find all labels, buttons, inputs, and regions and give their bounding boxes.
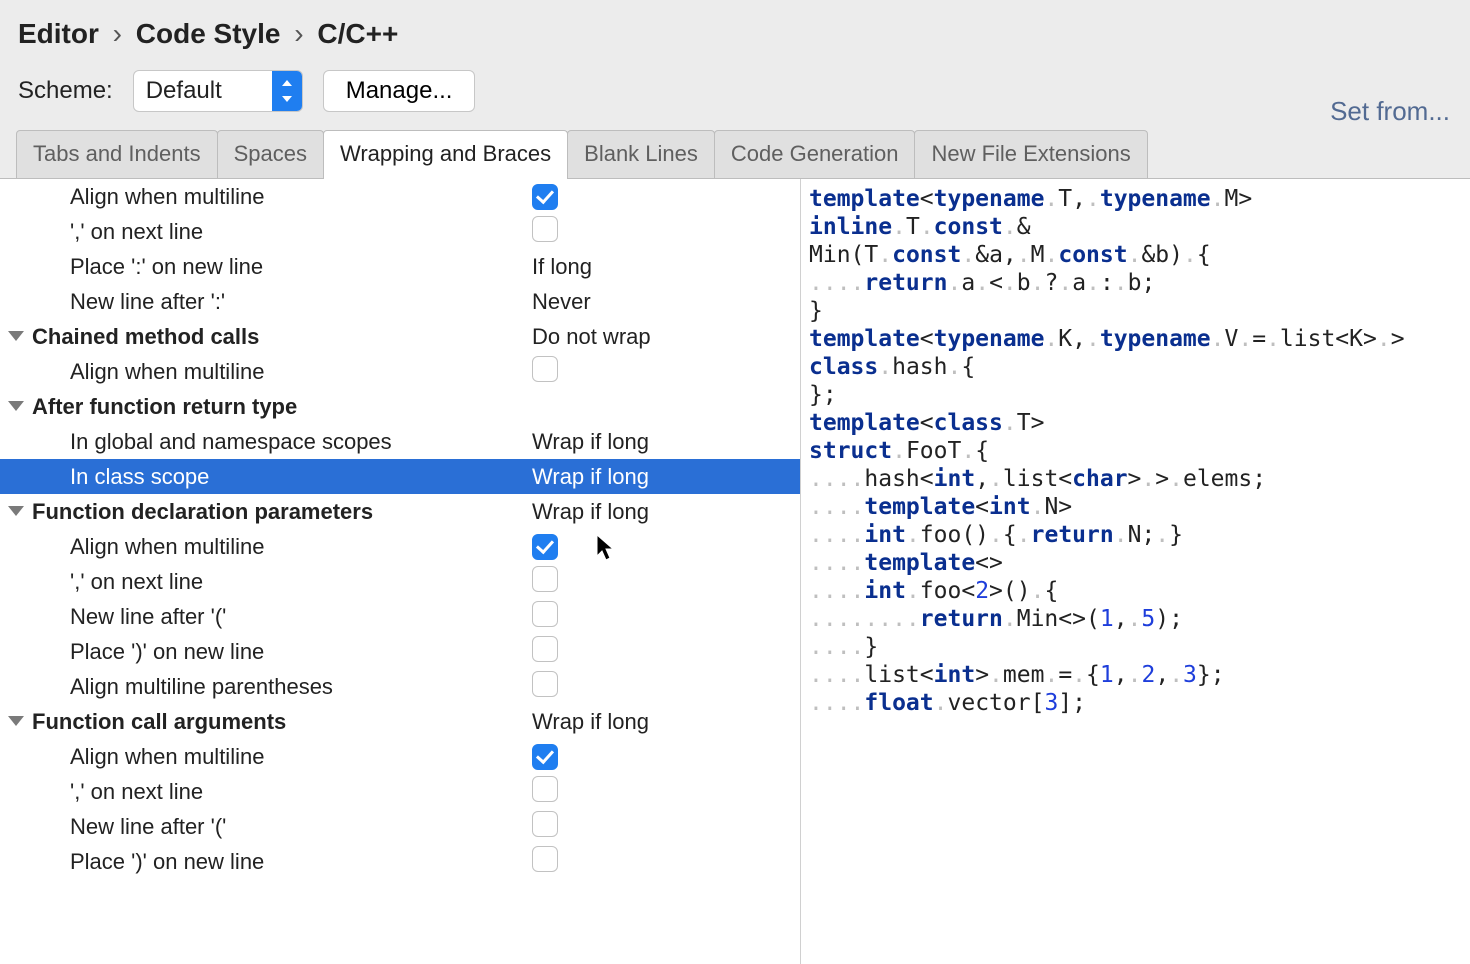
option-label: New line after '('	[70, 814, 226, 840]
tab-tabs-and-indents[interactable]: Tabs and Indents	[16, 130, 218, 179]
option-row-new-line-after-[interactable]: New line after '('	[0, 599, 800, 634]
chevron-updown-icon	[272, 71, 302, 111]
option-checkbox[interactable]	[532, 534, 558, 560]
option-row-in-global-and-namespace-scopes[interactable]: In global and namespace scopes Wrap if lo…	[0, 424, 800, 459]
tab-blank-lines[interactable]: Blank Lines	[567, 130, 715, 179]
option-label: After function return type	[32, 394, 297, 420]
option-label: Chained method calls	[32, 324, 259, 350]
option-header-function-call-arguments[interactable]: Function call arguments Wrap if long	[0, 704, 800, 739]
option-row-align-when-multiline[interactable]: Align when multiline	[0, 529, 800, 564]
option-label: Align when multiline	[70, 184, 264, 210]
option-label: Align when multiline	[70, 359, 264, 385]
option-checkbox[interactable]	[532, 356, 558, 382]
breadcrumb-item: C/C++	[317, 18, 398, 49]
option-checkbox[interactable]	[532, 566, 558, 592]
option-label: ',' on next line	[70, 779, 203, 805]
option-row-align-when-multiline[interactable]: Align when multiline	[0, 179, 800, 214]
option-label: ',' on next line	[70, 219, 203, 245]
set-from-link[interactable]: Set from...	[1330, 96, 1450, 127]
option-row-new-line-after-[interactable]: New line after '('	[0, 809, 800, 844]
option-label: Place ')' on new line	[70, 639, 264, 665]
option-checkbox[interactable]	[532, 671, 558, 697]
option-value[interactable]: Wrap if long	[532, 464, 649, 490]
option-value[interactable]: Never	[532, 289, 591, 315]
option-value[interactable]: Do not wrap	[532, 324, 651, 350]
manage-button[interactable]: Manage...	[323, 70, 476, 112]
option-value[interactable]: If long	[532, 254, 592, 280]
option-header-function-declaration-parameters[interactable]: Function declaration parameters Wrap if l…	[0, 494, 800, 529]
option-row--on-next-line[interactable]: ',' on next line	[0, 774, 800, 809]
option-checkbox[interactable]	[532, 811, 558, 837]
breadcrumb-sep: ›	[107, 18, 128, 49]
option-value[interactable]: Wrap if long	[532, 499, 649, 525]
tab-code-generation[interactable]: Code Generation	[714, 130, 916, 179]
scheme-select-value: Default	[134, 71, 272, 111]
option-checkbox[interactable]	[532, 776, 558, 802]
option-checkbox[interactable]	[532, 846, 558, 872]
option-header-after-function-return-type[interactable]: After function return type	[0, 389, 800, 424]
option-row-new-line-after-[interactable]: New line after ':' Never	[0, 284, 800, 319]
option-checkbox[interactable]	[532, 636, 558, 662]
option-checkbox[interactable]	[532, 601, 558, 627]
scheme-label: Scheme:	[18, 77, 113, 105]
option-row--on-next-line[interactable]: ',' on next line	[0, 214, 800, 249]
option-row-place-on-new-line[interactable]: Place ')' on new line	[0, 844, 800, 879]
option-label: New line after ':'	[70, 289, 225, 315]
expander-icon[interactable]	[6, 502, 26, 522]
breadcrumb-item: Code Style	[136, 18, 281, 49]
expander-icon[interactable]	[6, 397, 26, 417]
option-label: Function declaration parameters	[32, 499, 373, 525]
option-row-in-class-scope[interactable]: In class scope Wrap if long	[0, 459, 800, 494]
option-label: In class scope	[70, 464, 209, 490]
option-label: Align when multiline	[70, 534, 264, 560]
tab-new-file-extensions[interactable]: New File Extensions	[914, 130, 1147, 179]
breadcrumb-sep: ›	[288, 18, 309, 49]
option-value[interactable]: Wrap if long	[532, 709, 649, 735]
option-checkbox[interactable]	[532, 216, 558, 242]
option-row-align-multiline-parentheses[interactable]: Align multiline parentheses	[0, 669, 800, 704]
code-preview: template<typename.T,.typename.M>inline.T…	[800, 179, 1470, 964]
tab-spaces[interactable]: Spaces	[217, 130, 324, 179]
option-label: Align multiline parentheses	[70, 674, 333, 700]
tab-wrapping-and-braces[interactable]: Wrapping and Braces	[323, 130, 568, 179]
option-label: Function call arguments	[32, 709, 286, 735]
option-label: In global and namespace scopes	[70, 429, 392, 455]
option-label: Place ')' on new line	[70, 849, 264, 875]
option-header-chained-method-calls[interactable]: Chained method calls Do not wrap	[0, 319, 800, 354]
option-row--on-next-line[interactable]: ',' on next line	[0, 564, 800, 599]
expander-icon[interactable]	[6, 712, 26, 732]
option-label: ',' on next line	[70, 569, 203, 595]
option-row-align-when-multiline[interactable]: Align when multiline	[0, 354, 800, 389]
option-row-place-on-new-line[interactable]: Place ')' on new line	[0, 634, 800, 669]
option-checkbox[interactable]	[532, 184, 558, 210]
option-row-place-on-new-line[interactable]: Place ':' on new line If long	[0, 249, 800, 284]
breadcrumb: Editor › Code Style › C/C++	[0, 0, 1470, 64]
scheme-select[interactable]: Default	[133, 70, 303, 112]
breadcrumb-item: Editor	[18, 18, 99, 49]
expander-icon[interactable]	[6, 327, 26, 347]
option-label: Place ':' on new line	[70, 254, 263, 280]
option-label: Align when multiline	[70, 744, 264, 770]
option-value[interactable]: Wrap if long	[532, 429, 649, 455]
option-label: New line after '('	[70, 604, 226, 630]
option-row-align-when-multiline[interactable]: Align when multiline	[0, 739, 800, 774]
option-checkbox[interactable]	[532, 744, 558, 770]
